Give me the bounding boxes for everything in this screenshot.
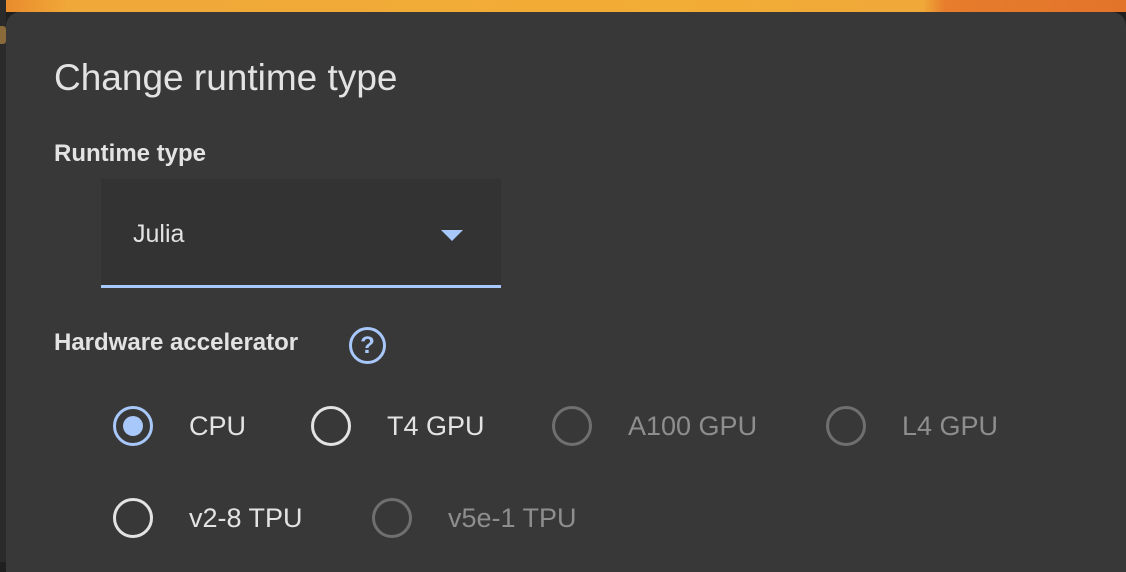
radio-button-checked-icon (113, 406, 153, 446)
runtime-type-select[interactable]: Julia (101, 179, 501, 288)
radio-label-v2-8-tpu: v2-8 TPU (189, 503, 303, 533)
arrow-drop-down-icon (441, 230, 463, 241)
radio-button-disabled-icon (552, 406, 592, 446)
runtime-type-selected-value: Julia (133, 220, 185, 248)
radio-label-v5e-1-tpu: v5e-1 TPU (448, 503, 577, 533)
radio-label-a100-gpu: A100 GPU (628, 411, 758, 441)
help-circle-icon[interactable]: ? (349, 327, 386, 364)
radio-label-t4-gpu: T4 GPU (387, 411, 485, 441)
hardware-accelerator-label: Hardware accelerator (54, 329, 299, 356)
radio-button-unchecked-icon (311, 406, 351, 446)
dialog-title: Change runtime type (54, 57, 398, 98)
radio-button-unchecked-icon (113, 498, 153, 538)
radio-label-cpu: CPU (189, 411, 247, 441)
top-banner-strip (0, 0, 1126, 12)
change-runtime-dialog: Change runtime type Runtime type Julia H… (6, 12, 1126, 572)
radio-button-disabled-icon (372, 498, 412, 538)
radio-label-l4-gpu: L4 GPU (902, 411, 999, 441)
runtime-type-label: Runtime type (54, 140, 207, 167)
radio-button-disabled-icon (826, 406, 866, 446)
